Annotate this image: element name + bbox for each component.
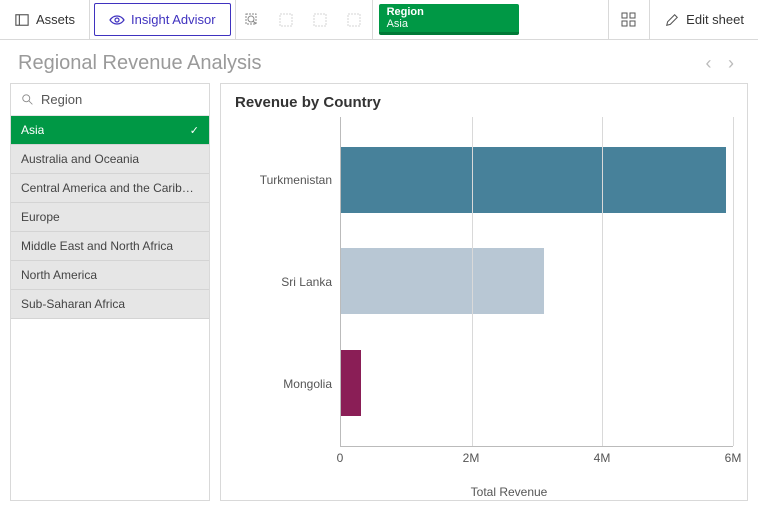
- x-axis-label: Total Revenue: [285, 485, 733, 499]
- selection-field: Region: [387, 6, 511, 18]
- filter-pane: Region Asia✓Australia and OceaniaCentral…: [10, 83, 210, 501]
- chart-panel: Revenue by Country Turkmenistan Sri Lanka…: [220, 83, 748, 501]
- filter-item[interactable]: Asia✓: [11, 116, 209, 145]
- x-tick-label: 6M: [725, 451, 742, 465]
- gridline: [602, 117, 603, 446]
- filter-pane-header[interactable]: Region: [11, 84, 209, 116]
- selections-tool-button[interactable]: [608, 0, 650, 39]
- gridline: [472, 117, 473, 446]
- edit-sheet-button[interactable]: Edit sheet: [650, 0, 758, 39]
- bar[interactable]: [341, 350, 361, 416]
- content-area: Region Asia✓Australia and OceaniaCentral…: [0, 83, 758, 511]
- check-icon: ✓: [190, 124, 199, 137]
- filter-list: Asia✓Australia and OceaniaCentral Americ…: [11, 116, 209, 319]
- assets-button[interactable]: Assets: [0, 0, 90, 39]
- bar[interactable]: [341, 248, 544, 314]
- selection-pill-region[interactable]: Region Asia: [379, 4, 519, 35]
- toolbar: Assets Insight Advisor Region Asia Edit …: [0, 0, 758, 40]
- plot: [340, 117, 733, 447]
- assets-label: Assets: [36, 12, 75, 27]
- smart-search-button[interactable]: [236, 0, 270, 39]
- plot-area[interactable]: Turkmenistan Sri Lanka Mongolia: [235, 117, 733, 447]
- x-tick-label: 2M: [463, 451, 480, 465]
- y-axis-labels: Turkmenistan Sri Lanka Mongolia: [235, 117, 340, 447]
- prev-sheet-button[interactable]: ‹: [700, 53, 718, 73]
- x-tick-label: 0: [337, 451, 344, 465]
- pencil-icon: [664, 12, 680, 28]
- y-tick-label: Sri Lanka: [235, 275, 332, 289]
- gridline: [733, 117, 734, 446]
- search-icon: [21, 93, 35, 107]
- x-axis-ticks: 02M4M6M: [340, 451, 733, 467]
- step-back-button[interactable]: [270, 0, 304, 39]
- filter-field-label: Region: [41, 92, 82, 107]
- y-tick-label: Mongolia: [235, 377, 332, 391]
- bars: [341, 117, 733, 446]
- filter-item[interactable]: Central America and the Carib…: [11, 174, 209, 203]
- selection-value: Asia: [387, 18, 511, 30]
- filter-item[interactable]: Australia and Oceania: [11, 145, 209, 174]
- step-forward-button[interactable]: [304, 0, 338, 39]
- filter-item[interactable]: Middle East and North Africa: [11, 232, 209, 261]
- separator: [372, 0, 373, 39]
- insight-advisor-label: Insight Advisor: [131, 12, 216, 27]
- sheet-title: Regional Revenue Analysis: [18, 52, 262, 75]
- clear-selections-button[interactable]: [338, 0, 372, 39]
- title-row: Regional Revenue Analysis ‹ ›: [0, 40, 758, 83]
- chart-title: Revenue by Country: [235, 94, 733, 111]
- next-sheet-button[interactable]: ›: [722, 53, 740, 73]
- y-tick-label: Turkmenistan: [235, 173, 332, 187]
- sheet-nav: ‹ ›: [700, 53, 740, 74]
- filter-item[interactable]: North America: [11, 261, 209, 290]
- panel-icon: [14, 12, 30, 28]
- x-tick-label: 4M: [594, 451, 611, 465]
- edit-sheet-label: Edit sheet: [686, 12, 744, 27]
- eye-spark-icon: [109, 12, 125, 28]
- bar[interactable]: [341, 147, 726, 213]
- insight-advisor-button[interactable]: Insight Advisor: [94, 3, 231, 36]
- filter-item[interactable]: Europe: [11, 203, 209, 232]
- filter-item[interactable]: Sub-Saharan Africa: [11, 290, 209, 319]
